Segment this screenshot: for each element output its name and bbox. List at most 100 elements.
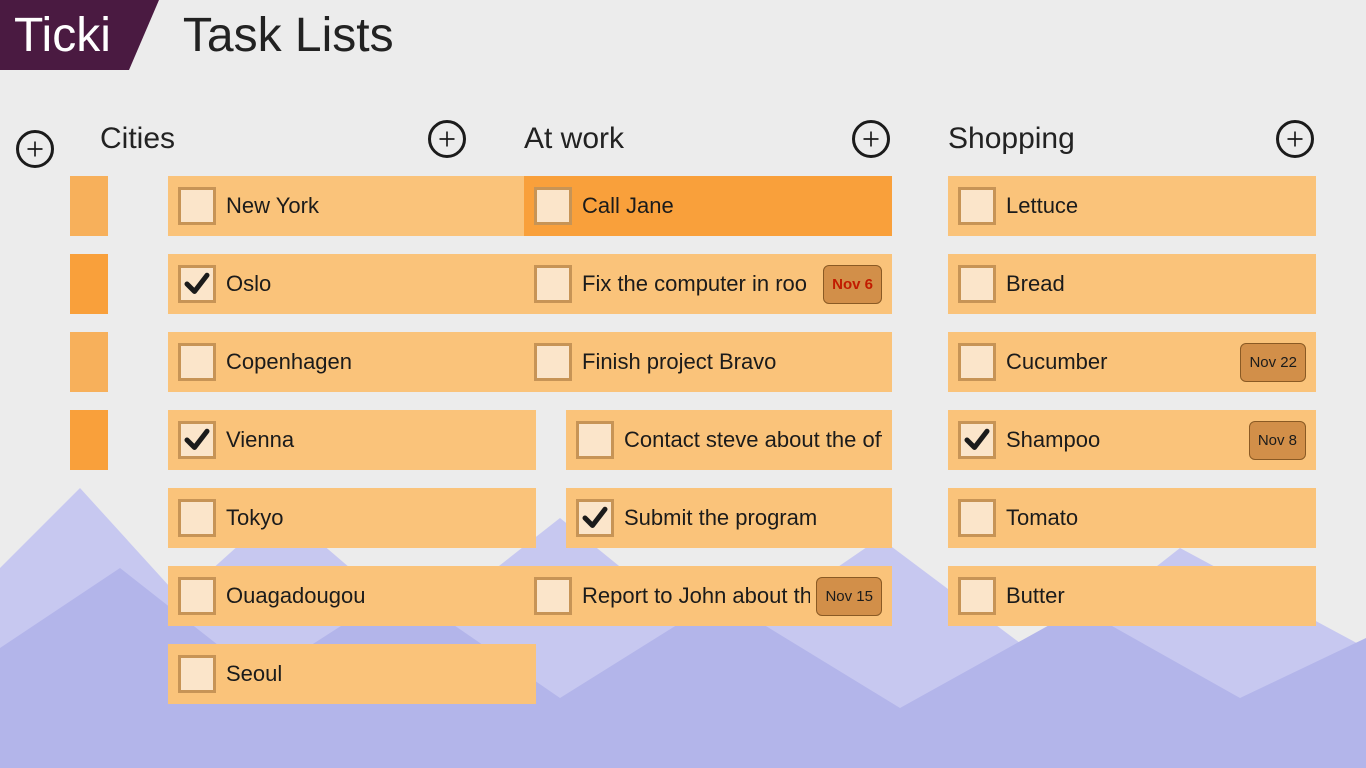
check-icon: [580, 503, 610, 533]
column-title: Cities: [100, 122, 175, 156]
task-label: Finish project Bravo: [582, 349, 882, 375]
task-checkbox[interactable]: [958, 187, 996, 225]
add-task-button[interactable]: [1276, 120, 1314, 158]
column-shopping: Shopping Lettuce Bread CucumberNov 22 Shamp…: [918, 120, 1342, 644]
task-label: Shampoo: [1006, 427, 1243, 453]
task-row: Call Jane: [494, 176, 918, 236]
task-checkbox[interactable]: [958, 343, 996, 381]
task-label: Cucumber: [1006, 349, 1234, 375]
task-card[interactable]: Ouagadougou: [168, 566, 536, 626]
task-label: Copenhagen: [226, 349, 526, 375]
task-label: Report to John about th: [582, 583, 810, 609]
task-card[interactable]: Tokyo: [168, 488, 536, 548]
task-row: Tokyo: [70, 488, 494, 548]
task-label: New York: [226, 193, 526, 219]
task-label: Bread: [1006, 271, 1306, 297]
column-cities: Cities New YorkOsloCopenhagenViennaTokyo…: [70, 120, 494, 722]
task-card[interactable]: Lettuce: [948, 176, 1316, 236]
task-label: Submit the program: [624, 505, 882, 531]
board: Cities New York Oslo Copenhagen Vienna Tokyo…: [0, 120, 1366, 722]
task-checkbox[interactable]: [178, 421, 216, 459]
task-checkbox[interactable]: [178, 499, 216, 537]
task-card[interactable]: Oslo: [168, 254, 536, 314]
add-task-button[interactable]: [852, 120, 890, 158]
task-row: Bread: [918, 254, 1342, 314]
task-checkbox[interactable]: [576, 421, 614, 459]
task-list: New YorkOsloCopenhagenViennaTokyoOuagado…: [70, 176, 494, 704]
task-checkbox[interactable]: [958, 421, 996, 459]
task-label: Lettuce: [1006, 193, 1306, 219]
task-checkbox[interactable]: [534, 187, 572, 225]
column-at-work: At work Call JaneFix the computer in roo…: [494, 120, 918, 644]
task-checkbox[interactable]: [178, 577, 216, 615]
add-list-button[interactable]: [16, 130, 54, 168]
task-card[interactable]: Copenhagen: [168, 332, 536, 392]
check-icon: [182, 425, 212, 455]
task-checkbox[interactable]: [178, 655, 216, 693]
task-card[interactable]: CucumberNov 22: [948, 332, 1316, 392]
task-label: Tokyo: [226, 505, 526, 531]
column-header: Cities: [70, 120, 494, 176]
task-label: Oslo: [226, 271, 526, 297]
task-card[interactable]: Seoul: [168, 644, 536, 704]
plus-icon: [1285, 129, 1305, 149]
task-card[interactable]: Tomato: [948, 488, 1316, 548]
task-row: Finish project Bravo: [494, 332, 918, 392]
task-checkbox[interactable]: [178, 187, 216, 225]
plus-icon: [25, 139, 45, 159]
task-row: Butter: [918, 566, 1342, 626]
task-card[interactable]: Vienna: [168, 410, 536, 470]
task-card[interactable]: Fix the computer in rooNov 6: [524, 254, 892, 314]
task-card[interactable]: Call Jane: [524, 176, 892, 236]
task-row: Seoul: [70, 644, 494, 704]
task-card[interactable]: Submit the program: [566, 488, 892, 548]
task-label: Fix the computer in roo: [582, 271, 817, 297]
add-task-button[interactable]: [428, 120, 466, 158]
task-preview-stub: [70, 410, 108, 470]
column-title: Shopping: [948, 122, 1075, 156]
task-row: New York: [70, 176, 494, 236]
add-list-left: [0, 120, 70, 168]
header: Ticki Task Lists: [0, 0, 1366, 70]
due-date-badge: Nov 8: [1249, 421, 1306, 460]
task-row: ShampooNov 8: [918, 410, 1342, 470]
task-card[interactable]: Report to John about thNov 15: [524, 566, 892, 626]
task-card[interactable]: New York: [168, 176, 536, 236]
task-card[interactable]: Butter: [948, 566, 1316, 626]
task-card[interactable]: Bread: [948, 254, 1316, 314]
task-row: Lettuce: [918, 176, 1342, 236]
task-row: Contact steve about the off: [494, 410, 918, 470]
task-list: Lettuce Bread CucumberNov 22 ShampooNov 8 To…: [918, 176, 1342, 626]
task-checkbox[interactable]: [534, 577, 572, 615]
task-row: Vienna: [70, 410, 494, 470]
task-preview-stub: [70, 332, 108, 392]
task-checkbox[interactable]: [534, 343, 572, 381]
task-card[interactable]: Contact steve about the off: [566, 410, 892, 470]
task-label: Contact steve about the off: [624, 427, 882, 453]
task-row: Ouagadougou: [70, 566, 494, 626]
task-row: Fix the computer in rooNov 6: [494, 254, 918, 314]
task-row: Report to John about thNov 15: [494, 566, 918, 626]
task-checkbox[interactable]: [178, 265, 216, 303]
plus-icon: [437, 129, 457, 149]
task-checkbox[interactable]: [958, 265, 996, 303]
task-row: CucumberNov 22: [918, 332, 1342, 392]
task-card[interactable]: Finish project Bravo: [524, 332, 892, 392]
task-checkbox[interactable]: [178, 343, 216, 381]
due-date-badge: Nov 22: [1240, 343, 1306, 382]
task-label: Tomato: [1006, 505, 1306, 531]
task-label: Call Jane: [582, 193, 882, 219]
task-row: Oslo: [70, 254, 494, 314]
task-preview-stub: [70, 254, 108, 314]
task-checkbox[interactable]: [534, 265, 572, 303]
task-checkbox[interactable]: [958, 577, 996, 615]
task-label: Vienna: [226, 427, 526, 453]
column-header: Shopping: [918, 120, 1342, 176]
task-label: Seoul: [226, 661, 526, 687]
task-row: Tomato: [918, 488, 1342, 548]
app-name: Ticki: [0, 0, 129, 70]
task-checkbox[interactable]: [958, 499, 996, 537]
task-card[interactable]: ShampooNov 8: [948, 410, 1316, 470]
task-list: Call Jane Fix the computer in rooNov 6 Fin…: [494, 176, 918, 626]
task-checkbox[interactable]: [576, 499, 614, 537]
